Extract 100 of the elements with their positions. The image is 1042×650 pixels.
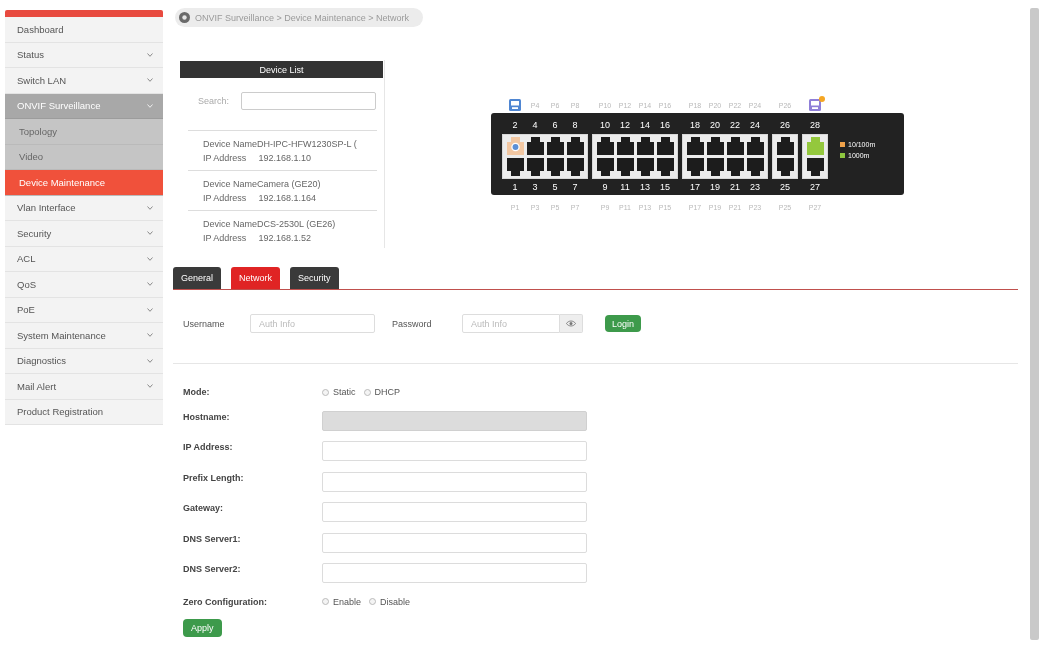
- ethernet-port-icon[interactable]: [746, 158, 764, 176]
- input-field[interactable]: [322, 563, 587, 583]
- username-field[interactable]: Auth Info: [250, 314, 375, 333]
- ip-address: 192.168.1.164: [258, 192, 316, 205]
- ethernet-port-icon[interactable]: [656, 158, 674, 176]
- port-number: 26: [780, 120, 790, 131]
- ethernet-port-icon[interactable]: [566, 137, 584, 155]
- chevron-down-icon: [147, 103, 153, 108]
- device-icon[interactable]: [809, 99, 821, 111]
- sidebar-item[interactable]: System Maintenance: [5, 323, 163, 349]
- ethernet-port-icon[interactable]: [776, 137, 794, 155]
- device-name[interactable]: Device NameDCS-2530L (GE26): [203, 217, 377, 231]
- apply-button[interactable]: Apply: [183, 618, 222, 637]
- chevron-down-icon: [147, 78, 153, 83]
- username-label: Username: [183, 318, 226, 329]
- radio-button[interactable]: [322, 388, 329, 396]
- port-number: 1: [512, 182, 518, 193]
- ethernet-port-icon[interactable]: [526, 137, 544, 155]
- device-name[interactable]: Device NameDH-IPC-HFW1230SP-L (: [203, 137, 377, 151]
- port-number: 7: [572, 182, 578, 193]
- chevron-down-icon: [147, 307, 153, 312]
- field-label: Zero Configuration:: [183, 595, 268, 608]
- port-number: 20: [710, 120, 720, 131]
- sidebar-item[interactable]: QoS: [5, 272, 163, 298]
- port-number: 14: [640, 120, 650, 131]
- ip-label: IP Address: [203, 152, 247, 165]
- port-number: 28: [810, 120, 820, 131]
- sidebar-item[interactable]: Vlan Interface: [5, 195, 163, 221]
- field-label: Prefix Length:: [183, 471, 245, 484]
- sidebar-subitem[interactable]: Topology: [5, 119, 163, 145]
- field-label: DNS Server2:: [183, 563, 242, 575]
- sidebar-item[interactable]: Status: [5, 42, 163, 68]
- ethernet-port-icon[interactable]: [776, 158, 794, 176]
- chevron-down-icon: [147, 231, 153, 236]
- sidebar-item[interactable]: Dashboard: [5, 17, 163, 43]
- ethernet-port-icon[interactable]: [726, 158, 744, 176]
- input-field[interactable]: [322, 471, 587, 492]
- device-name[interactable]: Device NameCamera (GE20): [203, 177, 377, 191]
- ethernet-port-icon[interactable]: [636, 137, 654, 155]
- ethernet-port-icon[interactable]: [506, 158, 524, 176]
- sidebar-subitem[interactable]: Video: [5, 144, 163, 170]
- sidebar-item[interactable]: Security: [5, 221, 163, 247]
- field-label: Mode:: [183, 386, 211, 398]
- sidebar-item[interactable]: ACL: [5, 246, 163, 272]
- scrollbar[interactable]: [1030, 8, 1039, 640]
- ethernet-port-icon[interactable]: [726, 137, 744, 155]
- radio-button[interactable]: [322, 598, 329, 605]
- port-number: 5: [552, 182, 558, 193]
- ethernet-port-icon[interactable]: [566, 158, 584, 176]
- ethernet-port-icon[interactable]: [596, 137, 614, 155]
- chevron-down-icon: [147, 384, 153, 389]
- ethernet-port-icon[interactable]: [746, 137, 764, 155]
- password-field[interactable]: Auth Info: [462, 314, 560, 333]
- ethernet-port-icon[interactable]: [806, 158, 824, 176]
- port-number: 6: [552, 120, 558, 131]
- ethernet-port-icon[interactable]: [526, 158, 544, 176]
- circle-icon: [179, 12, 190, 23]
- port-number: 16: [660, 120, 670, 131]
- input-field[interactable]: [322, 532, 587, 553]
- device-icon[interactable]: [509, 99, 521, 111]
- input-field[interactable]: [322, 502, 587, 522]
- chevron-down-icon: [147, 205, 153, 210]
- sidebar-subitem[interactable]: Device Maintenance: [5, 170, 163, 196]
- radio-label[interactable]: Enable: [333, 596, 362, 607]
- ethernet-port-icon[interactable]: [546, 137, 564, 155]
- radio-button[interactable]: [369, 598, 377, 605]
- ethernet-port-icon[interactable]: [706, 158, 724, 176]
- radio-label[interactable]: DHCP: [374, 387, 401, 397]
- search-field[interactable]: [241, 92, 376, 110]
- tab[interactable]: Network: [231, 267, 281, 289]
- port-number: 4: [532, 120, 538, 131]
- port-number: 18: [690, 120, 700, 131]
- ethernet-port-icon[interactable]: [636, 158, 654, 176]
- ip-label: IP Address: [203, 192, 247, 205]
- ethernet-port-icon[interactable]: [656, 137, 674, 155]
- ip-label: IP Address: [203, 232, 247, 245]
- ethernet-port-icon[interactable]: [546, 158, 564, 176]
- tab[interactable]: Security: [290, 267, 339, 289]
- sidebar-item[interactable]: PoE: [5, 297, 163, 323]
- sidebar-item[interactable]: Switch LAN: [5, 68, 163, 94]
- tab[interactable]: General: [173, 267, 222, 289]
- radio-label[interactable]: Disable: [380, 596, 411, 607]
- ethernet-port-icon[interactable]: [686, 158, 704, 176]
- port-number: 21: [730, 182, 740, 193]
- login-button[interactable]: Login: [605, 315, 642, 332]
- port-number: 25: [780, 182, 790, 193]
- ethernet-port-icon[interactable]: [686, 137, 704, 155]
- ethernet-port-icon[interactable]: [596, 158, 614, 176]
- sidebar-item[interactable]: Mail Alert: [5, 374, 163, 400]
- radio-label[interactable]: Static: [333, 387, 356, 397]
- sidebar-item[interactable]: Diagnostics: [5, 348, 163, 374]
- input-field[interactable]: [322, 441, 587, 461]
- ethernet-port-icon[interactable]: [616, 137, 634, 155]
- ethernet-port-icon[interactable]: [616, 158, 634, 176]
- sidebar-item[interactable]: Product Registration: [5, 399, 163, 425]
- radio-button[interactable]: [363, 388, 371, 396]
- port-number: 3: [532, 182, 538, 193]
- field-label: IP Address:: [183, 441, 234, 453]
- ethernet-port-icon[interactable]: [706, 137, 724, 155]
- eye-icon: [566, 320, 576, 327]
